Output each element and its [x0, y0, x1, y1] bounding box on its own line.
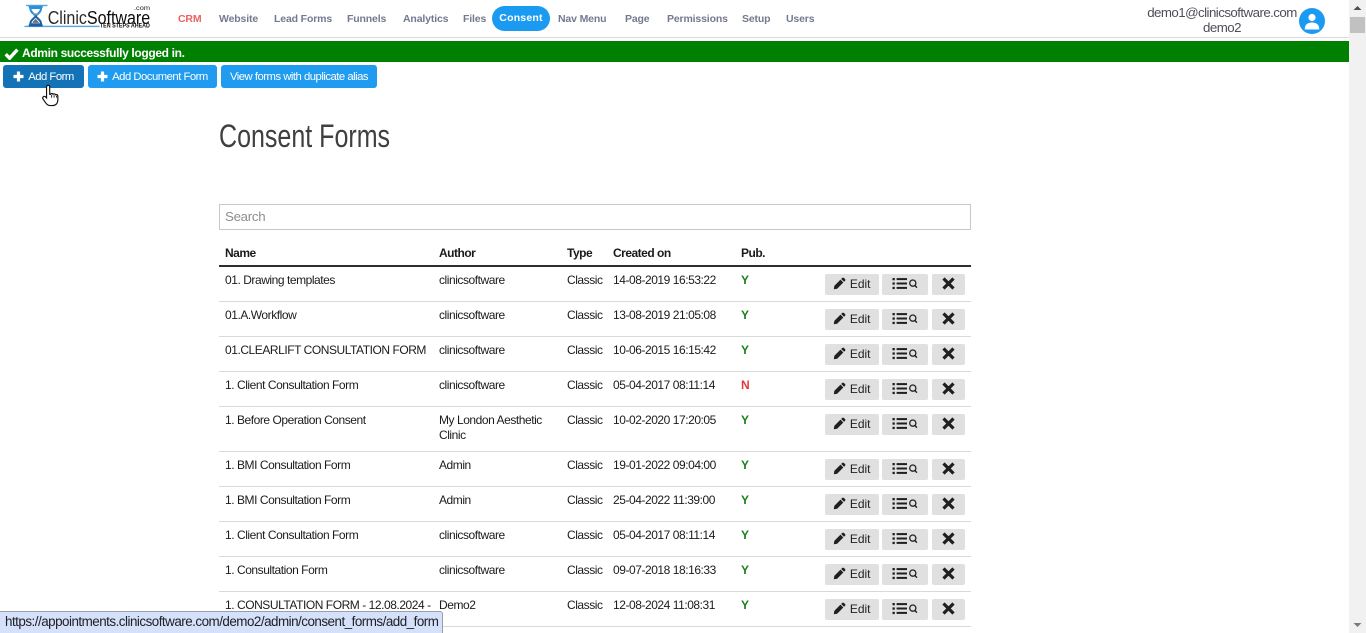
svg-text:TEN STEPS AHEAD: TEN STEPS AHEAD: [100, 23, 150, 30]
svg-text:.com: .com: [134, 5, 150, 12]
